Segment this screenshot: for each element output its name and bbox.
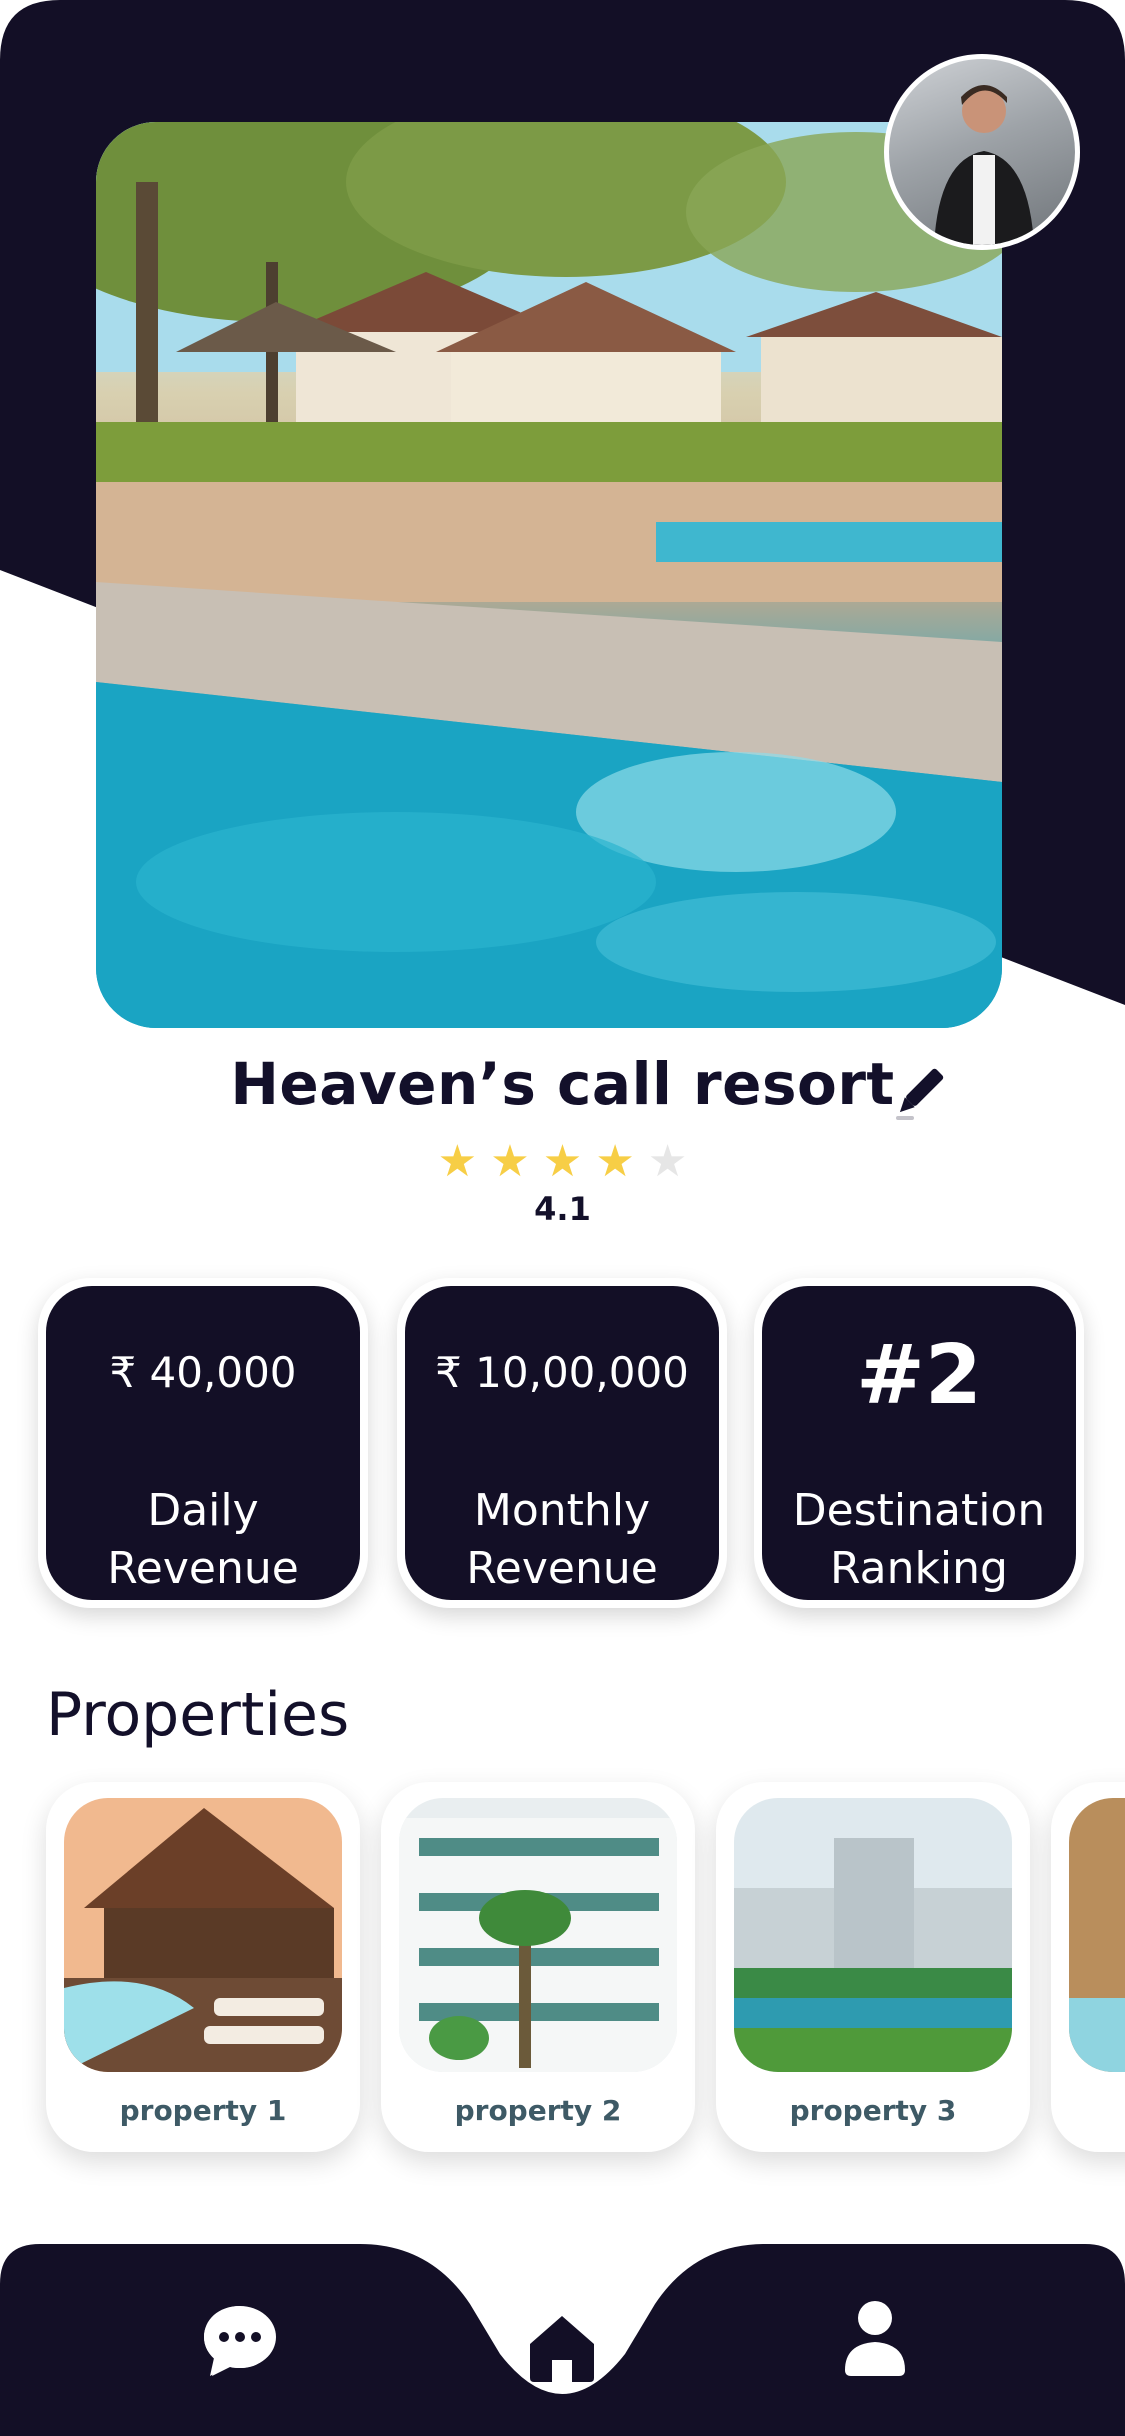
- property-image: [734, 1798, 1012, 2072]
- star-icon: ★: [437, 1136, 478, 1187]
- daily-revenue-label: Daily Revenue: [46, 1482, 360, 1598]
- chat-icon[interactable]: [200, 2300, 280, 2380]
- property-label: property 1: [119, 2094, 287, 2127]
- resort-dashboard-screen: Heaven’s call resort ★ ★ ★ ★ ★ 4.1 ₹ 40,…: [0, 0, 1125, 2436]
- home-icon[interactable]: [526, 2312, 598, 2384]
- property-image: [64, 1798, 342, 2072]
- stat-label-line: Revenue: [107, 1543, 299, 1594]
- rating-value: 4.1: [534, 1190, 591, 1228]
- user-avatar[interactable]: [884, 54, 1080, 250]
- stat-label-line: Ranking: [830, 1543, 1008, 1594]
- star-icon: ★: [542, 1136, 583, 1187]
- resort-hero-image: [96, 122, 1002, 1028]
- property-card[interactable]: property 2: [381, 1782, 695, 2152]
- property-image: [399, 1798, 677, 2072]
- stat-label-line: Destination: [792, 1485, 1046, 1536]
- star-empty-icon: ★: [647, 1136, 688, 1187]
- stat-label-line: Daily: [147, 1485, 259, 1536]
- resort-name: Heaven’s call resort: [230, 1050, 895, 1118]
- property-card-partial[interactable]: [1051, 1782, 1125, 2152]
- monthly-revenue-card[interactable]: ₹ 10,00,000 Monthly Revenue: [397, 1278, 727, 1608]
- property-card[interactable]: property 1: [46, 1782, 360, 2152]
- user-icon[interactable]: [842, 2298, 908, 2378]
- destination-ranking-value: #2: [856, 1328, 982, 1423]
- destination-ranking-label: Destination Ranking: [762, 1482, 1076, 1598]
- monthly-revenue-label: Monthly Revenue: [405, 1482, 719, 1598]
- star-icon: ★: [490, 1136, 530, 1187]
- star-rating: ★ ★ ★ ★ ★: [0, 1138, 1125, 1186]
- stat-label-line: Revenue: [466, 1543, 658, 1594]
- property-card[interactable]: property 3: [716, 1782, 1030, 2152]
- daily-revenue-value: ₹ 40,000: [109, 1348, 297, 1397]
- properties-heading: Properties: [46, 1680, 350, 1750]
- daily-revenue-card[interactable]: ₹ 40,000 Daily Revenue: [38, 1278, 368, 1608]
- star-icon: ★: [595, 1136, 635, 1187]
- destination-ranking-card[interactable]: #2 Destination Ranking: [754, 1278, 1084, 1608]
- pencil-icon[interactable]: [890, 1064, 948, 1122]
- stat-label-line: Monthly: [473, 1485, 651, 1536]
- property-label: property 3: [789, 2094, 957, 2127]
- property-image: [1069, 1798, 1125, 2072]
- monthly-revenue-value: ₹ 10,00,000: [435, 1348, 689, 1397]
- resort-title-row: Heaven’s call resort: [0, 1050, 1125, 1130]
- property-label: property 2: [454, 2094, 622, 2127]
